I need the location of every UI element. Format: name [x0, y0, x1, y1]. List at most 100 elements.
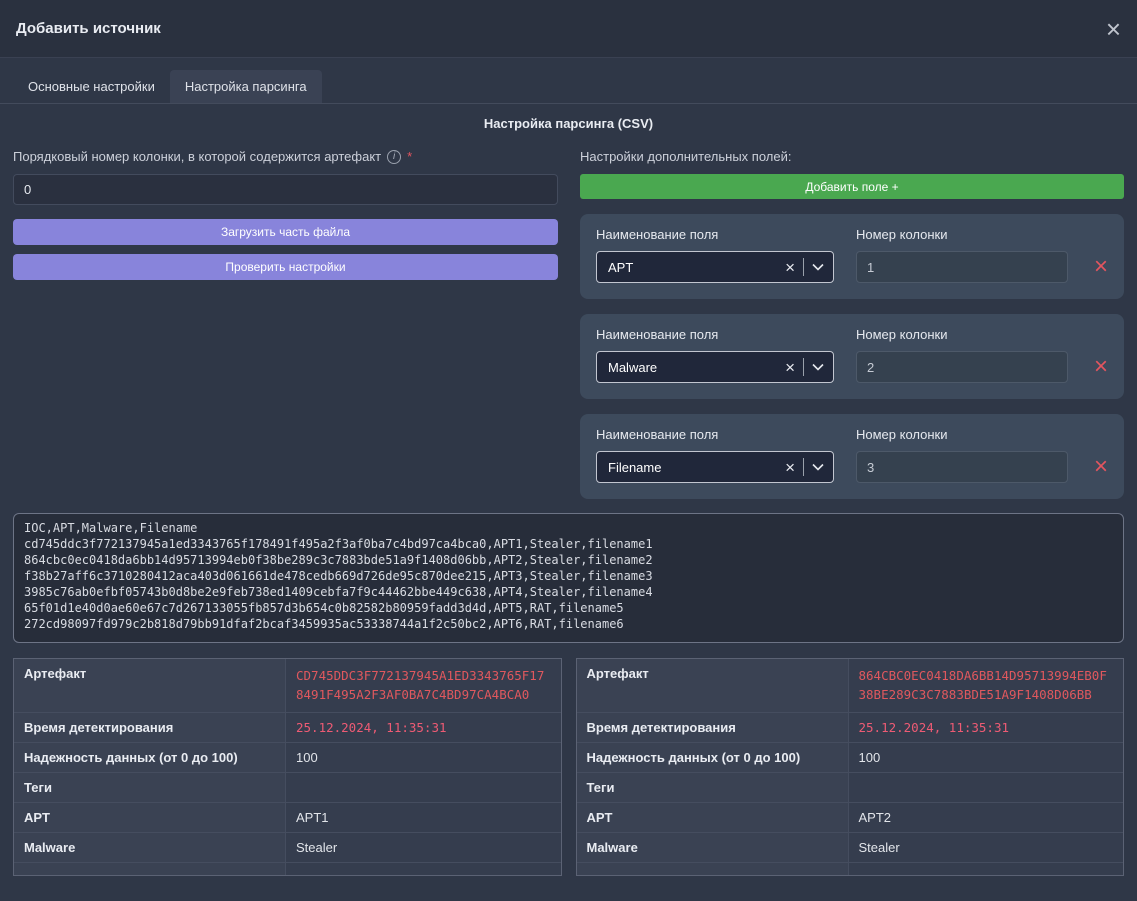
row-label: APT: [577, 803, 849, 832]
reliability-value: 100: [849, 743, 1124, 772]
row-label: [14, 863, 286, 875]
apt-value: APT2: [849, 803, 1124, 832]
row-label: Надежность данных (от 0 до 100): [577, 743, 849, 772]
chevron-down-icon[interactable]: [812, 363, 824, 371]
detect-time-value: 25.12.2024, 11:35:31: [286, 713, 561, 742]
field-name-group: Наименование поля Malware ×: [596, 327, 834, 383]
detect-time-value: 25.12.2024, 11:35:31: [849, 713, 1124, 742]
table-row: APT APT2: [577, 803, 1124, 833]
table-row: APT APT1: [14, 803, 561, 833]
select-divider: [803, 358, 804, 376]
field-column-label: Номер колонки: [856, 227, 1068, 242]
close-icon[interactable]: ×: [1106, 16, 1121, 42]
tags-value: [286, 773, 561, 802]
table-row: Время детектирования 25.12.2024, 11:35:3…: [14, 713, 561, 743]
artifact-column-label-row: Порядковый номер колонки, в которой соде…: [13, 149, 558, 164]
row-label: Время детектирования: [577, 713, 849, 742]
row-label: Malware: [577, 833, 849, 862]
field-name-label: Наименование поля: [596, 427, 834, 442]
parse-results: Артефакт CD745DDC3F772137945A1ED3343765F…: [13, 658, 1124, 876]
remove-field-icon[interactable]: ×: [1094, 251, 1108, 283]
artifact-column-input[interactable]: [13, 174, 558, 205]
csv-preview[interactable]: IOC,APT,Malware,Filename cd745ddc3f77213…: [13, 513, 1124, 643]
malware-value: Stealer: [849, 833, 1124, 862]
modal-header: Добавить источник ×: [0, 0, 1137, 58]
row-label: Артефакт: [577, 659, 849, 712]
row-label: APT: [14, 803, 286, 832]
settings-content: Порядковый номер колонки, в которой соде…: [0, 133, 1137, 499]
clear-icon[interactable]: ×: [785, 459, 795, 476]
field-name-value: APT: [608, 260, 777, 275]
table-row-clipped: [14, 863, 561, 875]
table-row: Теги: [14, 773, 561, 803]
row-value: [286, 863, 561, 875]
tab-basic-settings[interactable]: Основные настройки: [13, 70, 170, 103]
additional-fields-label: Настройки дополнительных полей:: [580, 149, 1124, 164]
result-table: Артефакт 864CBC0EC0418DA6BB14D95713994EB…: [576, 658, 1125, 876]
tab-parsing-settings[interactable]: Настройка парсинга: [170, 70, 322, 103]
row-label: Время детектирования: [14, 713, 286, 742]
tab-bar: Основные настройки Настройка парсинга: [0, 58, 1137, 104]
row-label: Артефакт: [14, 659, 286, 712]
field-column-label: Номер колонки: [856, 327, 1068, 342]
artifact-column-label: Порядковый номер колонки, в которой соде…: [13, 149, 381, 164]
field-name-value: Malware: [608, 360, 777, 375]
chevron-down-icon[interactable]: [812, 263, 824, 271]
add-field-button[interactable]: Добавить поле +: [580, 174, 1124, 199]
field-name-select[interactable]: Filename ×: [596, 451, 834, 483]
row-label: Надежность данных (от 0 до 100): [14, 743, 286, 772]
select-divider: [803, 458, 804, 476]
row-label: Теги: [577, 773, 849, 802]
remove-field-icon[interactable]: ×: [1094, 451, 1108, 483]
artifact-value: CD745DDC3F772137945A1ED3343765F178491F49…: [286, 659, 561, 712]
field-name-select[interactable]: Malware ×: [596, 351, 834, 383]
table-row: Malware Stealer: [14, 833, 561, 863]
clear-icon[interactable]: ×: [785, 359, 795, 376]
field-column-group: Номер колонки: [856, 427, 1068, 483]
table-row: Надежность данных (от 0 до 100) 100: [14, 743, 561, 773]
field-column-group: Номер колонки: [856, 227, 1068, 283]
add-source-modal: Добавить источник × Основные настройки Н…: [0, 0, 1137, 901]
column-number-input[interactable]: [856, 451, 1068, 483]
column-number-input[interactable]: [856, 251, 1068, 283]
section-title: Настройка парсинга (CSV): [0, 104, 1137, 133]
reliability-value: 100: [286, 743, 561, 772]
required-asterisk: *: [407, 149, 412, 164]
row-label: Теги: [14, 773, 286, 802]
field-name-label: Наименование поля: [596, 327, 834, 342]
field-card: Наименование поля Filename × Номер колон…: [580, 414, 1124, 499]
field-name-select[interactable]: APT ×: [596, 251, 834, 283]
artifact-value: 864CBC0EC0418DA6BB14D95713994EB0F38BE289…: [849, 659, 1124, 712]
field-column-label: Номер колонки: [856, 427, 1068, 442]
table-row: Артефакт CD745DDC3F772137945A1ED3343765F…: [14, 659, 561, 713]
remove-field-icon[interactable]: ×: [1094, 351, 1108, 383]
result-table: Артефакт CD745DDC3F772137945A1ED3343765F…: [13, 658, 562, 876]
field-card: Наименование поля Malware × Номер колонк…: [580, 314, 1124, 399]
artifact-column-section: Порядковый номер колонки, в которой соде…: [13, 143, 558, 280]
table-row-clipped: [577, 863, 1124, 875]
check-settings-button[interactable]: Проверить настройки: [13, 254, 558, 280]
table-row: Теги: [577, 773, 1124, 803]
chevron-down-icon[interactable]: [812, 463, 824, 471]
additional-fields-section: Настройки дополнительных полей: Добавить…: [580, 143, 1124, 499]
row-label: [577, 863, 849, 875]
malware-value: Stealer: [286, 833, 561, 862]
apt-value: APT1: [286, 803, 561, 832]
table-row: Malware Stealer: [577, 833, 1124, 863]
clear-icon[interactable]: ×: [785, 259, 795, 276]
row-label: Malware: [14, 833, 286, 862]
field-card: Наименование поля APT × Номер колонки ×: [580, 214, 1124, 299]
table-row: Надежность данных (от 0 до 100) 100: [577, 743, 1124, 773]
info-icon[interactable]: i: [387, 150, 401, 164]
modal-title: Добавить источник: [16, 20, 161, 37]
field-name-value: Filename: [608, 460, 777, 475]
table-row: Время детектирования 25.12.2024, 11:35:3…: [577, 713, 1124, 743]
field-name-label: Наименование поля: [596, 227, 834, 242]
column-number-input[interactable]: [856, 351, 1068, 383]
table-row: Артефакт 864CBC0EC0418DA6BB14D95713994EB…: [577, 659, 1124, 713]
load-file-part-button[interactable]: Загрузить часть файла: [13, 219, 558, 245]
field-name-group: Наименование поля Filename ×: [596, 427, 834, 483]
tags-value: [849, 773, 1124, 802]
row-value: [849, 863, 1124, 875]
field-name-group: Наименование поля APT ×: [596, 227, 834, 283]
